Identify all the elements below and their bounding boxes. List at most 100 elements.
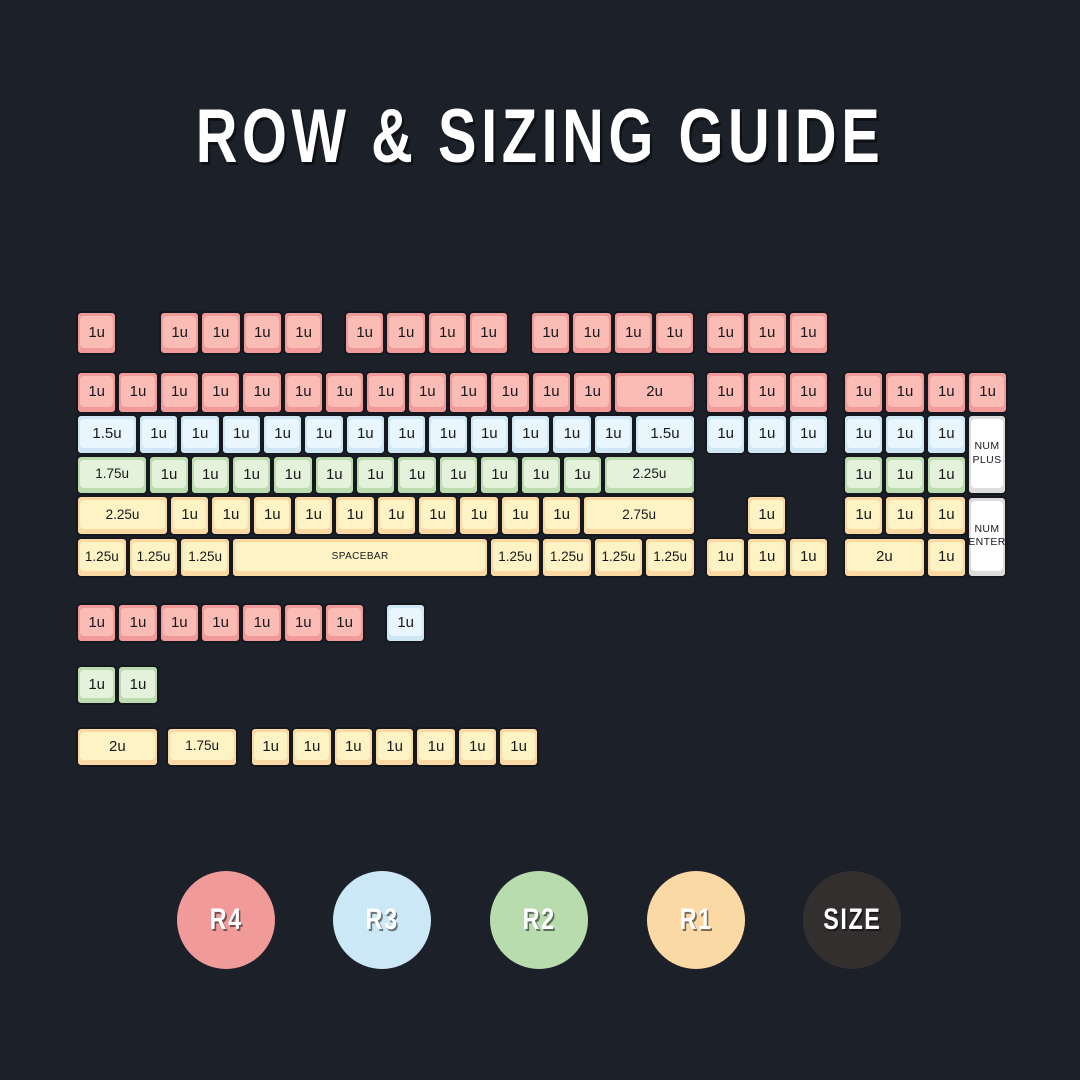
keycap-r1-2u[interactable]: 2u xyxy=(76,727,159,767)
keycap-r4-1u[interactable]: 1u xyxy=(705,371,747,414)
keycap-r4-1u[interactable]: 1u xyxy=(158,371,200,414)
keycap-r3-1u[interactable]: 1u xyxy=(344,414,386,455)
keycap-r3-1u[interactable]: 1u xyxy=(884,414,926,455)
keycap-r3-1u[interactable]: 1u xyxy=(551,414,593,455)
keycap-r2-1u[interactable]: 1u xyxy=(884,455,926,495)
keycap-r1-1u[interactable]: 1u xyxy=(499,495,541,536)
keycap-r3-1u[interactable]: 1u xyxy=(509,414,552,455)
keycap-r1-1u[interactable]: 1u xyxy=(292,495,335,536)
keycap-r1-1u[interactable]: 1u xyxy=(458,495,500,536)
keycap-r2-1u[interactable]: 1u xyxy=(189,455,231,495)
keycap-r1-1u[interactable]: 1u xyxy=(375,495,417,536)
keycap-r4-1u[interactable]: 1u xyxy=(199,603,242,643)
keycap-r4-1u[interactable]: 1u xyxy=(884,371,926,414)
keycap-r1-1u[interactable]: 1u xyxy=(925,495,967,536)
keycap-r2-1u[interactable]: 1u xyxy=(925,455,967,495)
keycap-r1-1u[interactable]: 1u xyxy=(787,537,829,578)
keycap-r1-1u[interactable]: 1u xyxy=(334,495,376,536)
keycap-r1-125u[interactable]: 1.25u xyxy=(179,537,231,578)
keycap-r3-1u[interactable]: 1u xyxy=(303,414,345,455)
keycap-r1-1u[interactable]: 1u xyxy=(497,727,540,767)
keycap-r4-1u[interactable]: 1u xyxy=(323,603,366,643)
keycap-r4-1u[interactable]: 1u xyxy=(282,603,324,643)
keycap-r1-1u[interactable]: 1u xyxy=(332,727,374,767)
keycap-r4-1u[interactable]: 1u xyxy=(241,371,283,414)
keycap-r1-125u[interactable]: 1.25u xyxy=(127,537,180,578)
keycap-r3-1u[interactable]: 1u xyxy=(137,414,180,455)
keycap-r4-1u[interactable]: 1u xyxy=(746,311,788,355)
keycap-r1-1u[interactable]: 1u xyxy=(373,727,416,767)
keycap-r4-1u[interactable]: 1u xyxy=(612,311,654,355)
keycap-r1-1u[interactable]: 1u xyxy=(540,495,583,536)
keycap-r4-2u[interactable]: 2u xyxy=(613,371,696,414)
keycap-r4-1u[interactable]: 1u xyxy=(323,371,366,414)
keycap-r1-1u[interactable]: 1u xyxy=(746,495,788,536)
keycap-r3-1u[interactable]: 1u xyxy=(427,414,469,455)
keycap-r4-1u[interactable]: 1u xyxy=(406,371,448,414)
keycap-r1-1u[interactable]: 1u xyxy=(415,727,457,767)
keycap-r3-1u[interactable]: 1u xyxy=(925,414,967,455)
keycap-r1-225u[interactable]: 2.25u xyxy=(76,495,169,536)
legend-chip-r2[interactable]: R2 xyxy=(490,871,588,969)
keycap-r1-1u[interactable]: 1u xyxy=(456,727,498,767)
keycap-r4-1u[interactable]: 1u xyxy=(385,311,427,355)
keycap-r3-1u[interactable]: 1u xyxy=(220,414,262,455)
keycap-r1-125u[interactable]: 1.25u xyxy=(540,537,593,578)
keycap-r4-1u[interactable]: 1u xyxy=(200,311,242,355)
keycap-r4-1u[interactable]: 1u xyxy=(571,371,614,414)
keycap-r4-1u[interactable]: 1u xyxy=(925,371,967,414)
keycap-r1-1u[interactable]: 1u xyxy=(843,495,885,536)
keycap-r4-1u[interactable]: 1u xyxy=(447,371,490,414)
keycap-r3-1u[interactable]: 1u xyxy=(179,414,221,455)
keycap-r1-1u[interactable]: 1u xyxy=(416,495,459,536)
keycap-r2-1u[interactable]: 1u xyxy=(272,455,314,495)
keycap-r3-1u[interactable]: 1u xyxy=(746,414,788,455)
keycap-r2-1u[interactable]: 1u xyxy=(230,455,273,495)
keycap-r4-1u[interactable]: 1u xyxy=(787,311,829,355)
keycap-r3-1u[interactable]: 1u xyxy=(385,414,428,455)
keycap-r1-125u[interactable]: 1.25u xyxy=(592,537,645,578)
keycap-r3-1u[interactable]: 1u xyxy=(385,603,427,643)
keycap-r4-1u[interactable]: 1u xyxy=(653,311,696,355)
keycap-r1-1u[interactable]: 1u xyxy=(925,537,967,578)
keycap-r3-15u[interactable]: 1.5u xyxy=(633,414,696,455)
keycap-r4-1u[interactable]: 1u xyxy=(282,371,324,414)
keycap-r1-175u[interactable]: 1.75u xyxy=(166,727,239,767)
keycap-r4-1u[interactable]: 1u xyxy=(76,311,118,355)
keycap-r1-275u[interactable]: 2.75u xyxy=(582,495,696,536)
legend-chip-r4[interactable]: R4 xyxy=(177,871,275,969)
keycap-r1-1u[interactable]: 1u xyxy=(168,495,211,536)
legend-chip-r3[interactable]: R3 xyxy=(333,871,431,969)
keycap-r2-1u[interactable]: 1u xyxy=(313,455,355,495)
keycap-r2-1u[interactable]: 1u xyxy=(478,455,521,495)
num-plus-key[interactable]: NUM PLUS xyxy=(967,414,1007,495)
keycap-r4-1u[interactable]: 1u xyxy=(159,311,201,355)
keycap-r4-1u[interactable]: 1u xyxy=(467,311,510,355)
keycap-r1-1u[interactable]: 1u xyxy=(291,727,333,767)
keycap-r4-1u[interactable]: 1u xyxy=(282,311,325,355)
legend-chip-size[interactable]: SIZE xyxy=(803,871,901,969)
keycap-r2-1u[interactable]: 1u xyxy=(520,455,562,495)
keycap-r3-1u[interactable]: 1u xyxy=(787,414,829,455)
keycap-r2-225u[interactable]: 2.25u xyxy=(602,455,696,495)
keycap-r3-1u[interactable]: 1u xyxy=(468,414,510,455)
keycap-r4-1u[interactable]: 1u xyxy=(344,311,386,355)
legend-chip-r1[interactable]: R1 xyxy=(647,871,745,969)
keycap-r4-1u[interactable]: 1u xyxy=(705,311,747,355)
keycap-r4-1u[interactable]: 1u xyxy=(76,371,118,414)
keycap-r4-1u[interactable]: 1u xyxy=(426,311,468,355)
keycap-r4-1u[interactable]: 1u xyxy=(76,603,118,643)
keycap-r1-1u[interactable]: 1u xyxy=(705,537,747,578)
keycap-r4-1u[interactable]: 1u xyxy=(117,603,159,643)
keycap-r2-1u[interactable]: 1u xyxy=(843,455,885,495)
keycap-r1-125u[interactable]: 1.25u xyxy=(76,537,128,578)
keycap-r1-125u[interactable]: 1.25u xyxy=(644,537,696,578)
keycap-r1-1u[interactable]: 1u xyxy=(884,495,926,536)
keycap-r2-1u[interactable]: 1u xyxy=(148,455,190,495)
keycap-r3-1u[interactable]: 1u xyxy=(592,414,634,455)
keycap-r4-1u[interactable]: 1u xyxy=(530,311,572,355)
keycap-r4-1u[interactable]: 1u xyxy=(241,311,283,355)
keycap-r3-1u[interactable]: 1u xyxy=(261,414,304,455)
keycap-r4-1u[interactable]: 1u xyxy=(787,371,829,414)
keycap-r1-2u[interactable]: 2u xyxy=(843,537,926,578)
